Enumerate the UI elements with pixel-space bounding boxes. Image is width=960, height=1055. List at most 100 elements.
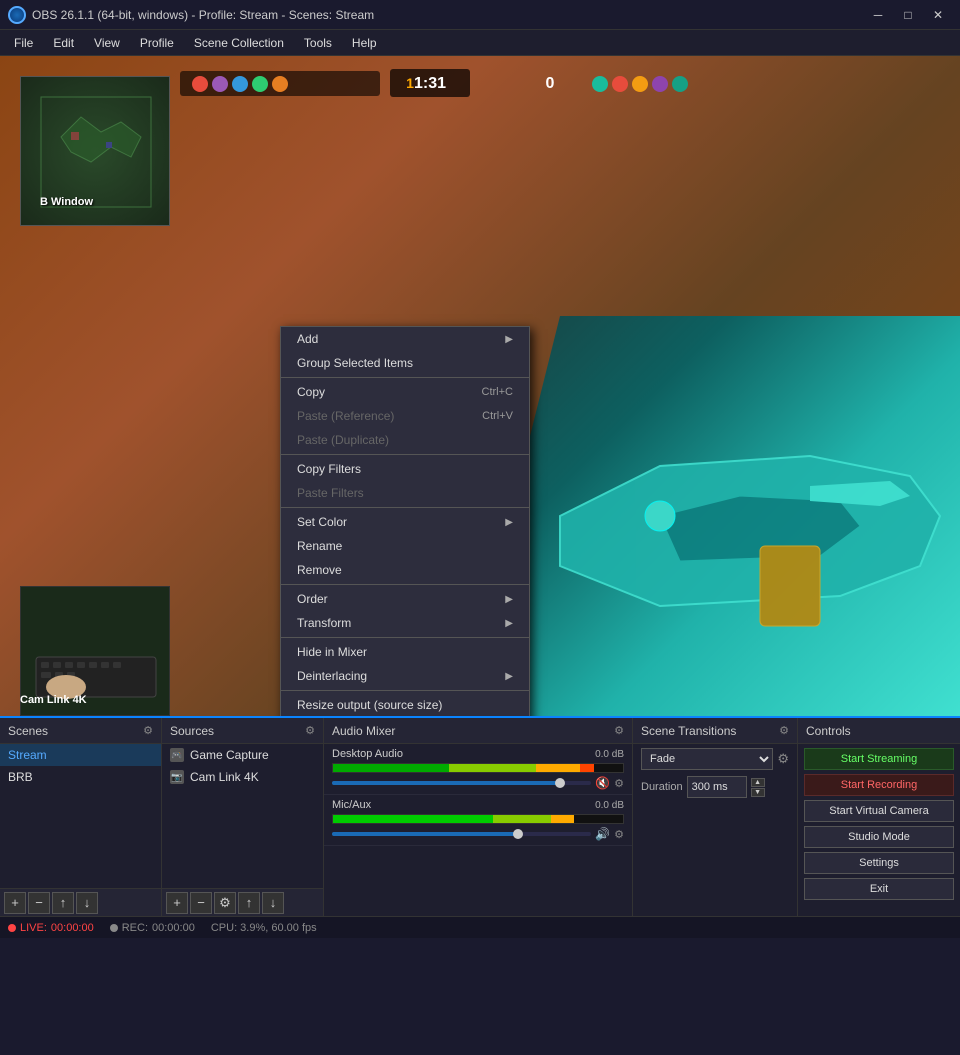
- scene-up-button[interactable]: ↑: [52, 892, 74, 914]
- mixer-header-icon[interactable]: ⚙: [614, 724, 624, 737]
- desktop-settings-icon[interactable]: ⚙: [614, 777, 624, 790]
- ctx-group-selected[interactable]: Group Selected Items: [281, 351, 529, 375]
- ctx-sep-3: [281, 507, 529, 508]
- studio-mode-button[interactable]: Studio Mode: [804, 826, 954, 848]
- vol-seg-orange-2: [551, 815, 574, 823]
- mic-mute-icon[interactable]: 🔊: [595, 827, 610, 841]
- scene-down-button[interactable]: ↓: [76, 892, 98, 914]
- ctx-paste-dup-label: Paste (Duplicate): [297, 433, 389, 447]
- ctx-copy-shortcut: Ctrl+C: [482, 386, 513, 398]
- ctx-add[interactable]: Add ▶: [281, 327, 529, 351]
- duration-input[interactable]: [687, 776, 747, 798]
- ctx-paste-filters: Paste Filters: [281, 481, 529, 505]
- menu-help[interactable]: Help: [342, 30, 387, 55]
- scene-list: Stream BRB: [0, 744, 161, 888]
- desktop-audio-bar: [332, 763, 624, 773]
- ctx-hide-mixer[interactable]: Hide in Mixer: [281, 640, 529, 664]
- mixer-header-label: Audio Mixer: [332, 724, 395, 738]
- duration-up-button[interactable]: ▲: [751, 778, 765, 787]
- ctx-deinterlacing[interactable]: Deinterlacing ▶: [281, 664, 529, 688]
- minimize-button[interactable]: ─: [864, 4, 892, 26]
- source-item-cam-link[interactable]: 📷 Cam Link 4K: [162, 766, 323, 788]
- mic-settings-icon[interactable]: ⚙: [614, 828, 624, 841]
- ctx-copy[interactable]: Copy Ctrl+C: [281, 380, 529, 404]
- ctx-order-label: Order: [297, 592, 328, 606]
- statusbar: LIVE: 00:00:00 REC: 00:00:00 CPU: 3.9%, …: [0, 916, 960, 938]
- mic-aux-db: 0.0 dB: [595, 800, 624, 811]
- duration-down-button[interactable]: ▼: [751, 788, 765, 797]
- menu-edit[interactable]: Edit: [43, 30, 84, 55]
- preview-area: B Window Cam Link 4K: [0, 56, 960, 716]
- menu-scene-collection[interactable]: Scene Collection: [184, 30, 294, 55]
- obs-logo-icon: [8, 6, 26, 24]
- start-recording-button[interactable]: Start Recording: [804, 774, 954, 796]
- sources-header-icon[interactable]: ⚙: [305, 724, 315, 737]
- menu-profile[interactable]: Profile: [130, 30, 184, 55]
- scene-add-button[interactable]: +: [4, 892, 26, 914]
- transition-select[interactable]: Fade Cut Swipe: [641, 748, 773, 770]
- ctx-transform[interactable]: Transform ▶: [281, 611, 529, 635]
- ctx-remove[interactable]: Remove: [281, 558, 529, 582]
- cam-link-label: Cam Link 4K: [20, 694, 87, 706]
- ctx-paste-ref-shortcut: Ctrl+V: [482, 410, 513, 422]
- transitions-header-label: Scene Transitions: [641, 724, 736, 738]
- mic-slider-fill: [332, 832, 519, 836]
- sources-panel-header: Sources ⚙: [162, 718, 323, 744]
- ctx-add-arrow: ▶: [505, 334, 513, 345]
- menu-file[interactable]: File: [4, 30, 43, 55]
- ctx-rename[interactable]: Rename: [281, 534, 529, 558]
- ctx-set-color-arrow: ▶: [505, 517, 513, 528]
- desktop-slider-track: [332, 781, 591, 785]
- transitions-header-icon[interactable]: ⚙: [779, 724, 789, 737]
- menu-tools[interactable]: Tools: [294, 30, 342, 55]
- ctx-resize-output[interactable]: Resize output (source size): [281, 693, 529, 716]
- cam-link-icon: 📷: [170, 770, 184, 784]
- desktop-slider-fill: [332, 781, 560, 785]
- titlebar-left: OBS 26.1.1 (64-bit, windows) - Profile: …: [8, 6, 374, 24]
- settings-button[interactable]: Settings: [804, 852, 954, 874]
- source-list: 🎮 Game Capture 📷 Cam Link 4K: [162, 744, 323, 888]
- game-capture-icon: 🎮: [170, 748, 184, 762]
- sources-header-label: Sources: [170, 724, 214, 738]
- menu-view[interactable]: View: [84, 30, 130, 55]
- source-down-button[interactable]: ↓: [262, 892, 284, 914]
- scenes-header-icon[interactable]: ⚙: [143, 724, 153, 737]
- mixer-panel: Audio Mixer ⚙ Desktop Audio 0.0 dB: [324, 718, 633, 916]
- window-controls: ─ □ ✕: [864, 4, 952, 26]
- desktop-mute-icon[interactable]: 🔇: [595, 776, 610, 790]
- exit-button[interactable]: Exit: [804, 878, 954, 900]
- ctx-sep-1: [281, 377, 529, 378]
- scene-item-brb[interactable]: BRB: [0, 766, 161, 788]
- ctx-sep-5: [281, 637, 529, 638]
- desktop-slider-thumb[interactable]: [555, 778, 565, 788]
- source-item-game-capture[interactable]: 🎮 Game Capture: [162, 744, 323, 766]
- titlebar: OBS 26.1.1 (64-bit, windows) - Profile: …: [0, 0, 960, 30]
- scenes-panel: Scenes ⚙ Stream BRB + − ↑ ↓: [0, 718, 162, 916]
- scene-item-stream[interactable]: Stream: [0, 744, 161, 766]
- maximize-button[interactable]: □: [894, 4, 922, 26]
- ctx-set-color[interactable]: Set Color ▶: [281, 510, 529, 534]
- source-settings-button[interactable]: ⚙: [214, 892, 236, 914]
- desktop-audio-fill: [333, 764, 623, 772]
- transition-gear-icon[interactable]: ⚙: [777, 751, 789, 767]
- mic-slider-track: [332, 832, 591, 836]
- start-virtual-camera-button[interactable]: Start Virtual Camera: [804, 800, 954, 822]
- ctx-order[interactable]: Order ▶: [281, 587, 529, 611]
- source-add-button[interactable]: +: [166, 892, 188, 914]
- desktop-audio-db: 0.0 dB: [595, 749, 624, 760]
- ctx-sep-6: [281, 690, 529, 691]
- rec-label: REC:: [122, 922, 148, 934]
- start-streaming-button[interactable]: Start Streaming: [804, 748, 954, 770]
- b-window-label: B Window: [40, 196, 93, 208]
- close-button[interactable]: ✕: [924, 4, 952, 26]
- context-menu: Add ▶ Group Selected Items Copy Ctrl+C P…: [280, 326, 530, 716]
- transitions-panel: Scene Transitions ⚙ Fade Cut Swipe ⚙ Dur…: [633, 718, 798, 916]
- mic-slider-thumb[interactable]: [513, 829, 523, 839]
- mic-aux-label: Mic/Aux: [332, 799, 371, 811]
- source-up-button[interactable]: ↑: [238, 892, 260, 914]
- ctx-copy-filters[interactable]: Copy Filters: [281, 457, 529, 481]
- scene-remove-button[interactable]: −: [28, 892, 50, 914]
- ctx-sep-2: [281, 454, 529, 455]
- source-remove-button[interactable]: −: [190, 892, 212, 914]
- rec-dot-icon: [110, 924, 118, 932]
